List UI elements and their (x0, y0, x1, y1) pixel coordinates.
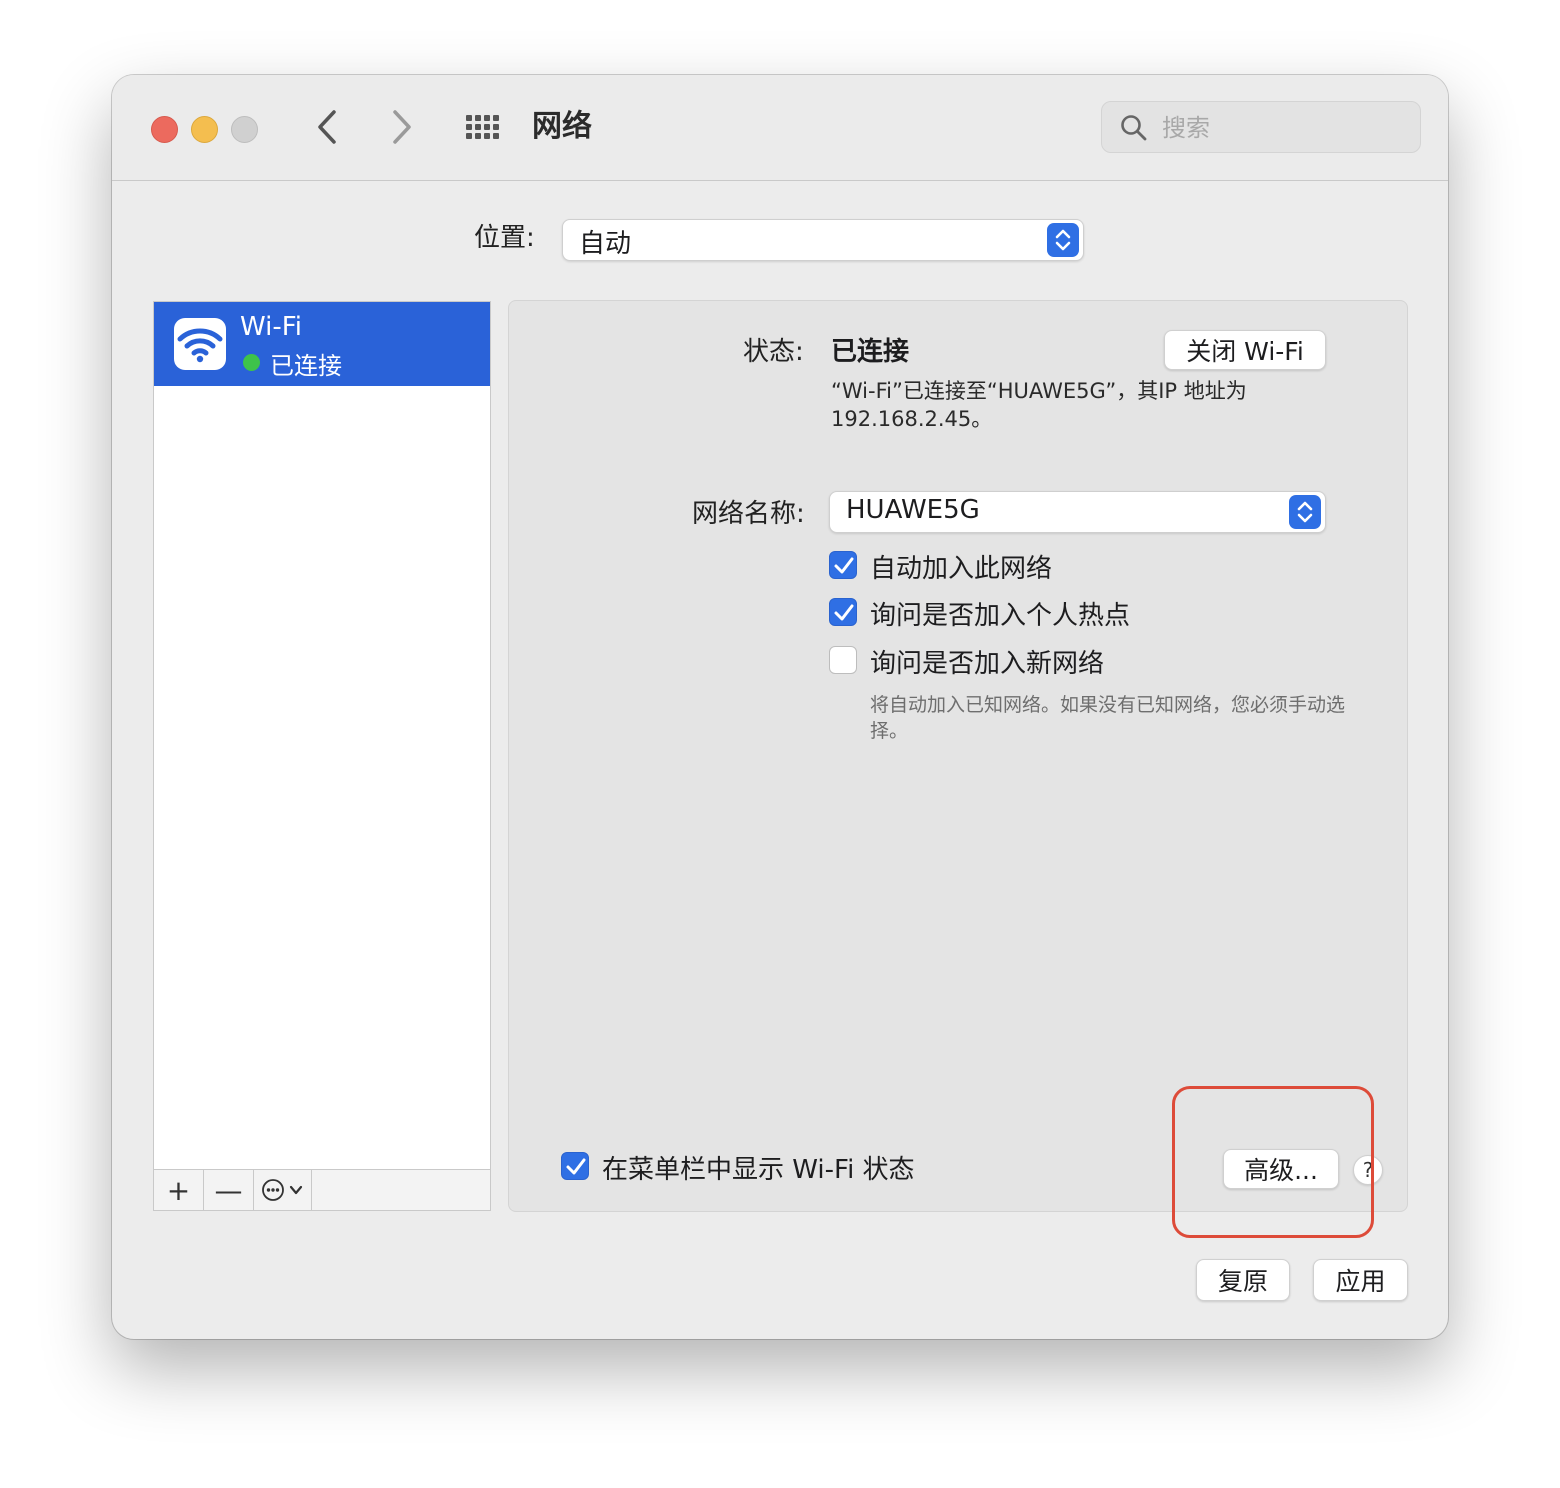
search-icon (1121, 115, 1147, 141)
detail-panel: 状态: 已连接 关闭 Wi-Fi “Wi-Fi”已连接至“HUAWE5G”，其I… (508, 300, 1408, 1212)
status-value: 已连接 (831, 337, 910, 367)
ask-hotspot-label: 询问是否加入个人热点 (870, 601, 1131, 631)
service-list-toolbar: + — (154, 1169, 490, 1210)
network-name-value: HUAWE5G (846, 495, 980, 525)
location-label: 位置: (474, 223, 535, 253)
popup-stepper-icon (1047, 223, 1079, 257)
auto-join-label: 自动加入此网络 (870, 554, 1053, 584)
checkmark-icon (566, 1158, 586, 1175)
minimize-window-button[interactable] (191, 116, 218, 143)
network-name-label: 网络名称: (692, 499, 805, 529)
service-list: Wi-Fi 已连接 + — (153, 301, 491, 1211)
status-description: “Wi-Fi”已连接至“HUAWE5G”，其IP 地址为 192.168.2.4… (831, 379, 1247, 431)
popup-stepper-icon (1289, 495, 1321, 529)
auto-join-checkbox[interactable] (829, 551, 857, 579)
add-service-button[interactable]: + (154, 1170, 204, 1210)
service-item-wifi[interactable]: Wi-Fi 已连接 (154, 302, 490, 386)
wifi-icon (174, 318, 226, 370)
show-menubar-label: 在菜单栏中显示 Wi-Fi 状态 (602, 1155, 915, 1185)
back-button[interactable] (307, 105, 347, 149)
status-dot-icon (243, 354, 260, 371)
turn-off-wifi-button[interactable]: 关闭 Wi-Fi (1164, 330, 1326, 370)
network-name-popup[interactable]: HUAWE5G (829, 491, 1326, 533)
status-label: 状态: (743, 337, 804, 367)
annotation-highlight-box (1172, 1086, 1374, 1238)
titlebar: 网络 (112, 75, 1448, 181)
action-menu-button[interactable] (254, 1170, 312, 1210)
checkmark-icon (834, 604, 854, 621)
chevron-left-icon (318, 110, 336, 144)
ask-hotspot-checkbox[interactable] (829, 598, 857, 626)
join-hint-text: 将自动加入已知网络。如果没有已知网络，您必须手动选择。 (870, 694, 1346, 742)
zoom-window-button[interactable] (231, 116, 258, 143)
show-menubar-checkbox[interactable] (561, 1152, 589, 1180)
location-popup[interactable]: 自动 (562, 219, 1084, 261)
chevron-right-icon (393, 110, 411, 144)
remove-service-button[interactable]: — (204, 1170, 254, 1210)
ask-new-network-checkbox[interactable] (829, 646, 857, 674)
revert-button[interactable]: 复原 (1196, 1259, 1290, 1301)
service-status: 已连接 (270, 352, 342, 380)
ellipsis-circle-icon (261, 1179, 302, 1201)
checkmark-icon (834, 557, 854, 574)
search-input[interactable] (1160, 110, 1404, 146)
window-title: 网络 (532, 109, 592, 144)
close-window-button[interactable] (151, 116, 178, 143)
forward-button[interactable] (382, 105, 422, 149)
apply-button[interactable]: 应用 (1313, 1259, 1408, 1301)
show-all-grid-button[interactable] (462, 111, 504, 143)
location-value: 自动 (579, 229, 632, 259)
ask-new-network-label: 询问是否加入新网络 (870, 649, 1105, 679)
service-name: Wi-Fi (240, 312, 303, 342)
search-field[interactable] (1101, 101, 1421, 153)
